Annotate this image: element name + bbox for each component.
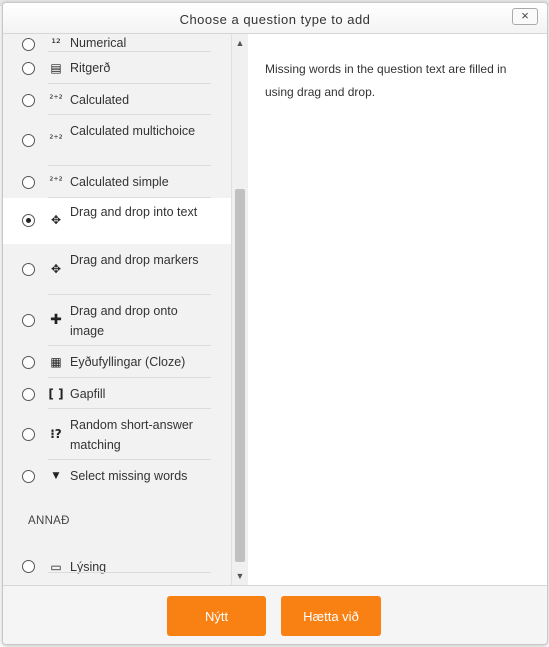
calculated-icon: ²⁺² <box>49 94 63 105</box>
radio-numerical[interactable] <box>22 38 35 51</box>
close-button[interactable]: × <box>512 8 538 25</box>
radio-select-missing[interactable] <box>22 470 35 483</box>
radio-calculated-simple[interactable] <box>22 176 35 189</box>
select-missing-icon: ▼ <box>52 471 60 481</box>
random-match-icon: ⁝? <box>50 427 62 441</box>
question-type-list: ¹² Numerical ▤ Ritgerð ²⁺² Calculated ²⁺… <box>3 34 231 585</box>
option-label: Select missing words <box>70 469 188 483</box>
option-essay[interactable]: ▤ Ritgerð <box>3 52 231 84</box>
radio-calculated[interactable] <box>22 94 35 107</box>
radio-random-match[interactable] <box>22 428 35 441</box>
option-random-match[interactable]: ⁝? Random short-answer matching <box>3 409 231 460</box>
option-drag-drop-markers[interactable]: ✥ Drag and drop markers <box>3 244 231 295</box>
drag-drop-text-icon: ✥ <box>50 213 62 227</box>
add-button[interactable]: Nýtt <box>167 596 266 636</box>
cancel-button[interactable]: Hætta við <box>281 596 381 636</box>
dialog-footer: Nýtt Hætta við <box>3 585 547 644</box>
option-label: Drag and drop onto image <box>70 304 178 338</box>
radio-drag-drop-text[interactable] <box>22 214 35 227</box>
drag-drop-markers-icon: ✥ <box>50 262 62 276</box>
calculated-multichoice-icon: ²⁺² <box>49 134 63 145</box>
radio-essay[interactable] <box>22 62 35 75</box>
option-label: Eyðufyllingar (Cloze) <box>70 355 186 369</box>
dialog-title: Choose a question type to add <box>179 12 371 27</box>
option-calculated-multichoice[interactable]: ²⁺² Calculated multichoice <box>3 115 231 166</box>
other-section: ANNAÐ <box>3 492 231 560</box>
radio-drag-drop-markers[interactable] <box>22 263 35 276</box>
option-label: Calculated multichoice <box>70 124 196 138</box>
radio-gapfill[interactable] <box>22 388 35 401</box>
option-label: Ritgerð <box>70 61 111 75</box>
section-heading: ANNAÐ <box>28 515 70 527</box>
option-drag-drop-text[interactable]: ✥ Drag and drop into text <box>3 198 231 244</box>
radio-cloze[interactable] <box>22 356 35 369</box>
option-label: Calculated simple <box>70 175 169 189</box>
scroll-down-arrow-icon[interactable]: ▼ <box>232 569 248 583</box>
cloze-icon: ▦ <box>50 355 62 369</box>
option-label: Calculated <box>70 93 130 107</box>
scrollbar-thumb[interactable] <box>235 189 245 562</box>
drag-drop-image-icon: ✚ <box>50 312 62 328</box>
option-label: Random short-answer matching <box>70 418 193 452</box>
scroll-up-arrow-icon[interactable]: ▲ <box>232 36 248 50</box>
option-calculated-simple[interactable]: ²⁺² Calculated simple <box>3 166 231 198</box>
options-scrollbar[interactable]: ▲ ▼ <box>231 34 248 585</box>
dialog-header: Choose a question type to add × <box>3 3 547 34</box>
radio-description[interactable] <box>22 560 35 573</box>
question-type-description: Missing words in the question text are f… <box>265 62 507 99</box>
question-chooser-dialog: Choose a question type to add × ¹² Numer… <box>2 2 548 645</box>
option-numerical[interactable]: ¹² Numerical <box>3 34 231 52</box>
option-label: Lýsing <box>70 560 107 574</box>
radio-drag-drop-image[interactable] <box>22 314 35 327</box>
option-description[interactable]: ▭ Lýsing <box>3 560 231 585</box>
essay-icon: ▤ <box>50 61 62 75</box>
option-label: Drag and drop into text <box>70 205 198 219</box>
option-select-missing[interactable]: ▼ Select missing words <box>3 460 231 492</box>
option-label: Drag and drop markers <box>70 253 199 267</box>
divider <box>48 572 211 573</box>
numerical-icon: ¹² <box>51 36 61 50</box>
option-calculated[interactable]: ²⁺² Calculated <box>3 84 231 115</box>
calculated-simple-icon: ²⁺² <box>49 176 63 187</box>
gapfill-icon: [ ] <box>48 387 64 401</box>
option-label: Gapfill <box>70 387 106 401</box>
option-drag-drop-image[interactable]: ✚ Drag and drop onto image <box>3 295 231 346</box>
radio-calculated-multichoice[interactable] <box>22 134 35 147</box>
option-cloze[interactable]: ▦ Eyðufyllingar (Cloze) <box>3 346 231 378</box>
option-gapfill[interactable]: [ ] Gapfill <box>3 378 231 409</box>
